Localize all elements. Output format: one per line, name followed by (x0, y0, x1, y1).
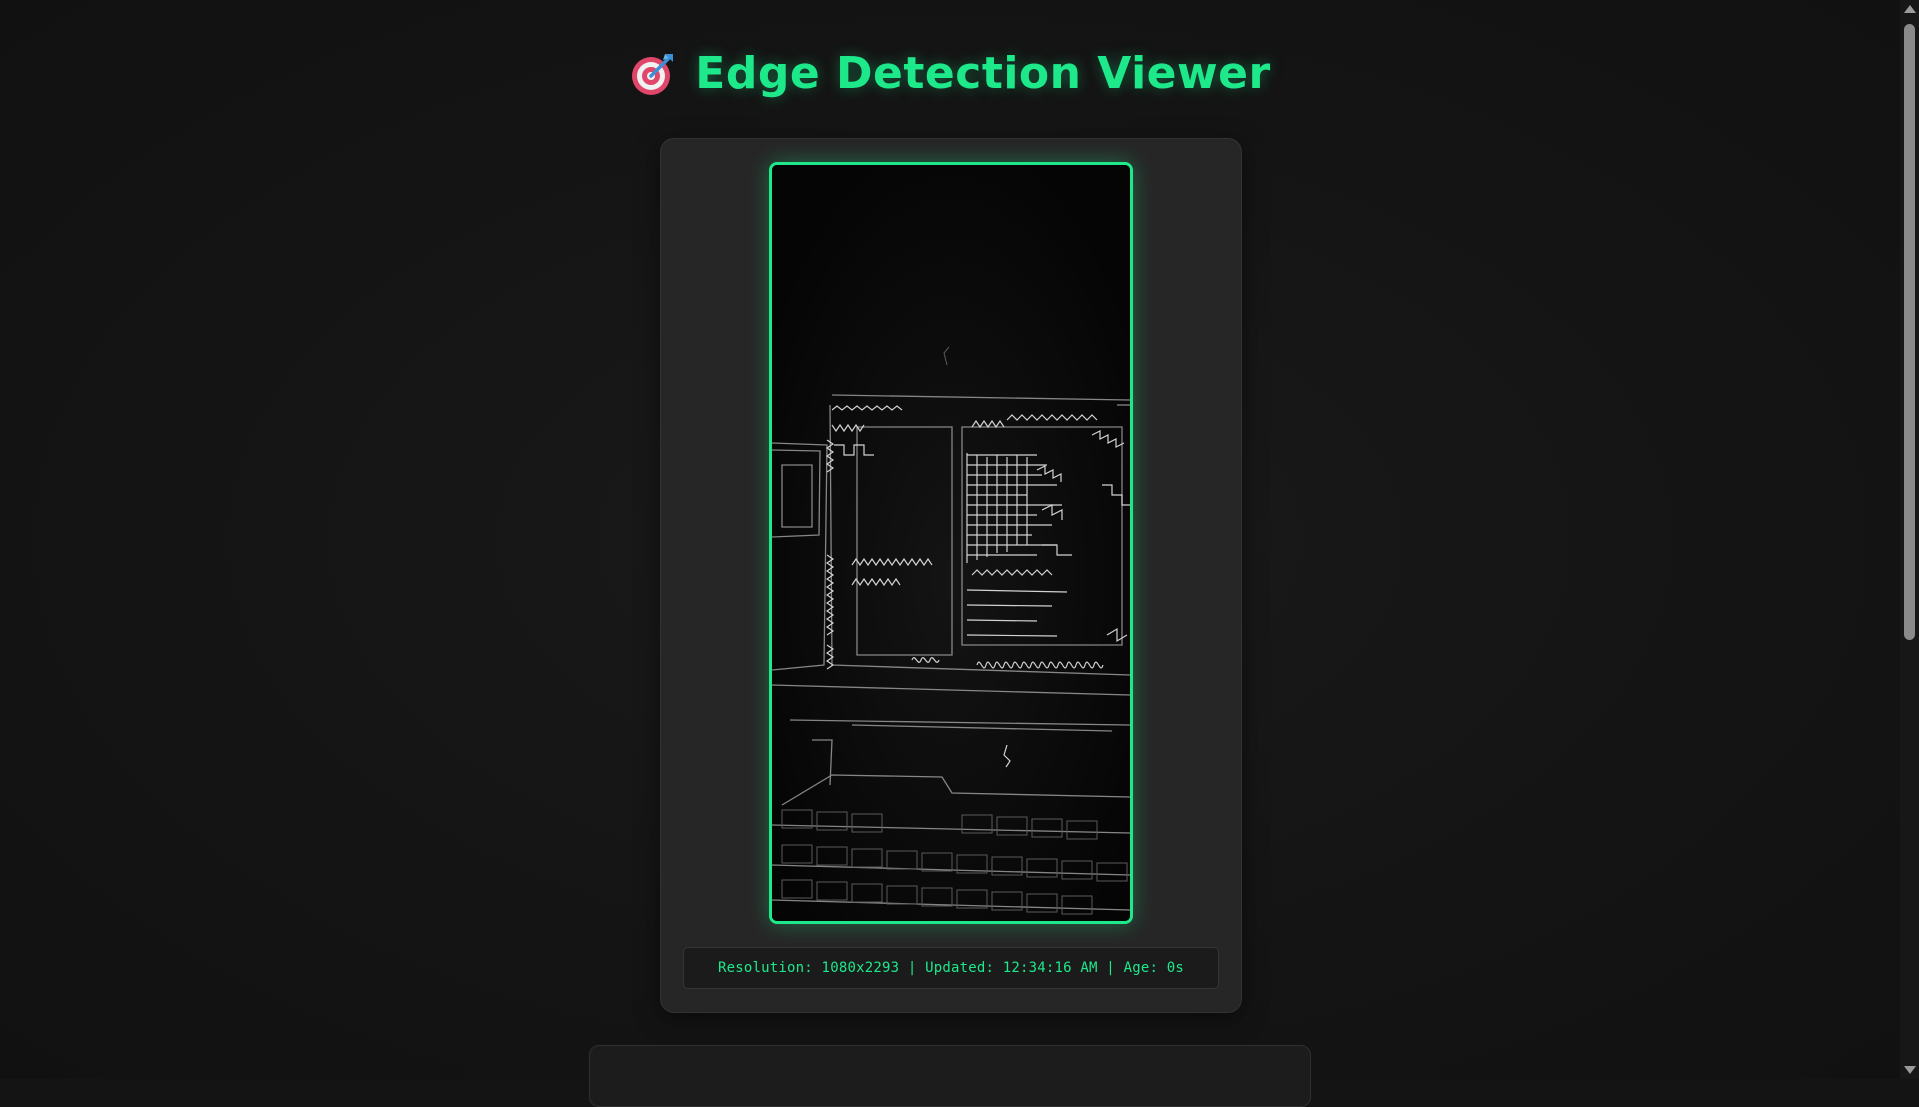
scrollbar-thumb[interactable] (1904, 24, 1915, 640)
header: Edge Detection Viewer (0, 48, 1900, 99)
viewer-card: Resolution: 1080x2293 | Updated: 12:34:1… (660, 138, 1242, 1013)
scroll-up-arrow-icon[interactable] (1904, 5, 1916, 13)
status-bar: Resolution: 1080x2293 | Updated: 12:34:1… (683, 947, 1219, 989)
edge-detection-image (769, 162, 1133, 924)
target-dart-icon (629, 50, 677, 98)
page-title: Edge Detection Viewer (695, 48, 1271, 99)
scroll-down-arrow-icon[interactable] (1904, 1066, 1916, 1074)
page: Edge Detection Viewer Resolution: 1080x2… (0, 0, 1900, 1107)
vertical-scrollbar[interactable] (1900, 0, 1919, 1079)
lower-panel (589, 1045, 1311, 1107)
